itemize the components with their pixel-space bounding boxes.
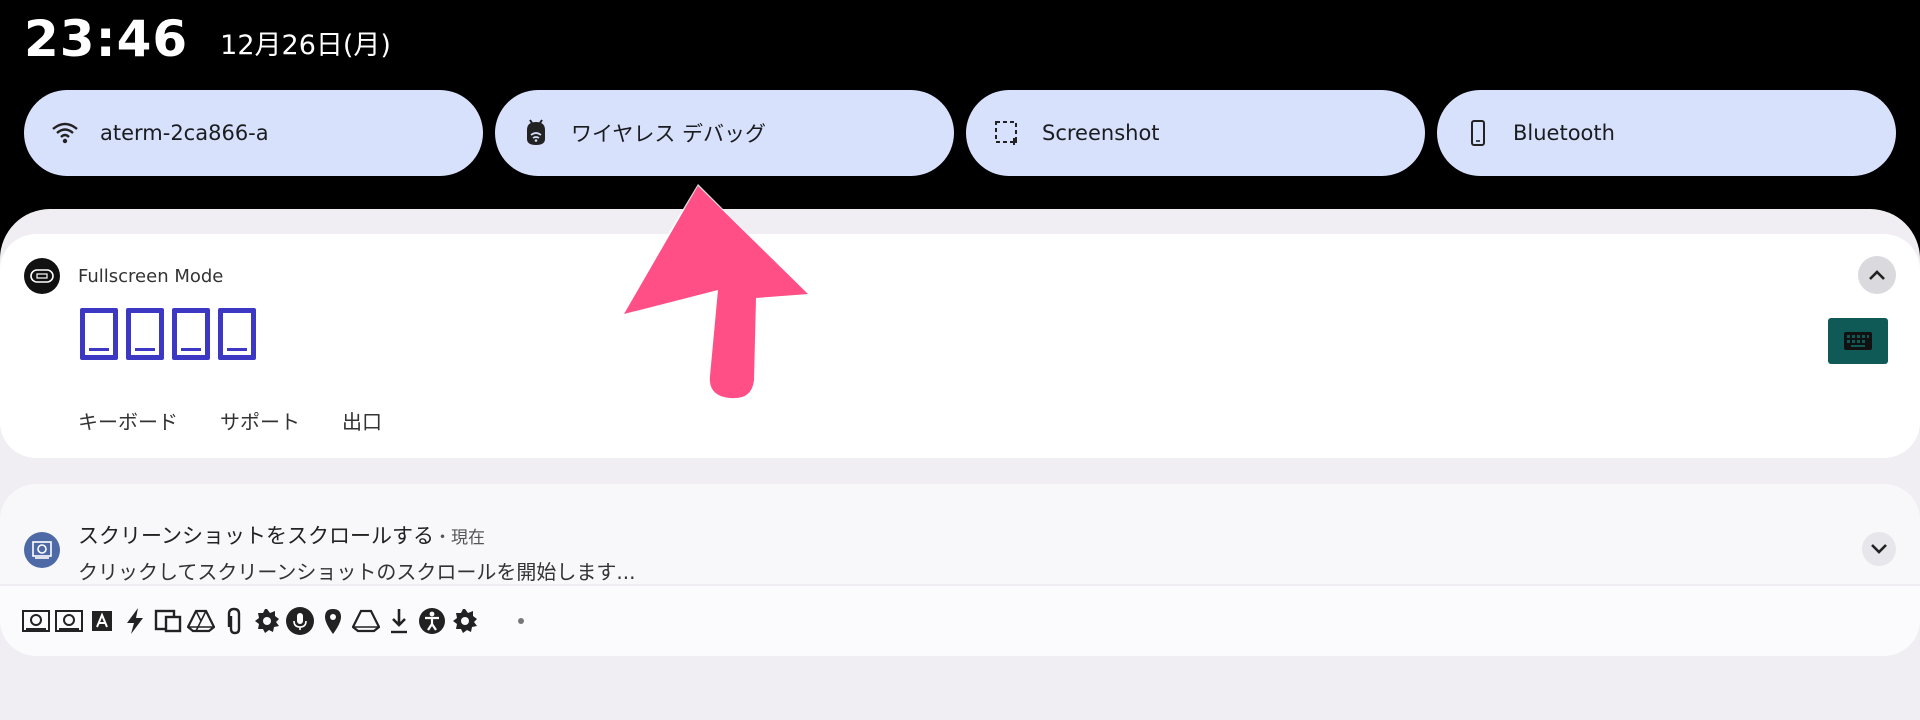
phone-icon xyxy=(1463,118,1493,148)
drive-icon xyxy=(350,606,381,637)
tile-wifi-label: aterm-2ca866-a xyxy=(100,121,269,145)
tile-wireless-debugging-label: ワイヤレス デバッグ xyxy=(571,122,767,146)
more-indicator-dot xyxy=(518,618,524,624)
action-support[interactable]: サポート xyxy=(220,406,300,435)
location-pin-icon xyxy=(317,606,348,637)
clock: 23:46 xyxy=(24,10,189,68)
tile-bluetooth-label: Bluetooth xyxy=(1513,121,1615,145)
collapse-button[interactable] xyxy=(1858,256,1896,294)
notification-scroll-screenshot[interactable]: スクリーンショットをスクロールする・現在 クリックしてスクリーンショットのスクロ… xyxy=(0,484,1920,584)
tile-screenshot-label: Screenshot xyxy=(1042,121,1160,145)
missing-glyph xyxy=(80,308,118,360)
accessibility-icon xyxy=(416,606,447,637)
notification-title: スクリーンショットをスクロールする・現在 xyxy=(78,520,485,550)
action-exit[interactable]: 出口 xyxy=(342,406,382,435)
font-a-icon xyxy=(86,606,117,637)
gear-icon xyxy=(251,606,282,637)
action-keyboard[interactable]: キーボード xyxy=(78,406,178,435)
screenshot-icon xyxy=(992,118,1022,148)
tile-screenshot[interactable]: Screenshot xyxy=(966,90,1425,176)
notification-title-text: スクリーンショットをスクロールする xyxy=(78,524,434,548)
tile-wifi[interactable]: aterm-2ca866-a xyxy=(24,90,483,176)
date: 12月26日(月) xyxy=(220,29,391,61)
mic-icon xyxy=(284,606,315,637)
screenshot-app-icon xyxy=(20,606,51,637)
attachment-icon xyxy=(218,606,249,637)
bolt-icon xyxy=(119,606,150,637)
notification-actions: キーボード サポート 出口 xyxy=(78,406,382,435)
quick-settings-tiles: aterm-2ca866-a ワイヤレス デバッグ Screenshot Blu… xyxy=(24,90,1896,176)
gear-icon xyxy=(449,606,480,637)
missing-glyph xyxy=(126,308,164,360)
missing-glyph-title xyxy=(80,308,256,360)
keyboard-button[interactable] xyxy=(1828,318,1888,364)
screenshot-app-icon xyxy=(24,532,60,568)
notification-time: ・現在 xyxy=(433,528,485,548)
notification-fullscreen-mode[interactable]: Fullscreen Mode キーボード サポート 出口 xyxy=(0,234,1920,458)
collapsed-notification-icons[interactable] xyxy=(0,586,1920,656)
devices-icon xyxy=(152,606,183,637)
missing-glyph xyxy=(218,308,256,360)
tile-bluetooth[interactable]: Bluetooth xyxy=(1437,90,1896,176)
wifi-icon xyxy=(50,118,80,148)
drive-icon xyxy=(185,606,216,637)
pointer-arrow-icon xyxy=(616,184,812,410)
status-bar: 23:46 12月26日(月) xyxy=(24,4,391,74)
screenshot-app-icon xyxy=(53,606,84,637)
download-icon xyxy=(383,606,414,637)
tile-wireless-debugging[interactable]: ワイヤレス デバッグ xyxy=(495,90,954,176)
missing-glyph xyxy=(172,308,210,360)
notification-body: クリックしてスクリーンショットのスクロールを開始します... xyxy=(78,560,636,584)
fullscreen-mode-app-icon xyxy=(24,258,60,294)
android-debug-icon xyxy=(521,118,551,148)
notification-app-name: Fullscreen Mode xyxy=(78,266,224,287)
expand-button[interactable] xyxy=(1862,532,1896,566)
